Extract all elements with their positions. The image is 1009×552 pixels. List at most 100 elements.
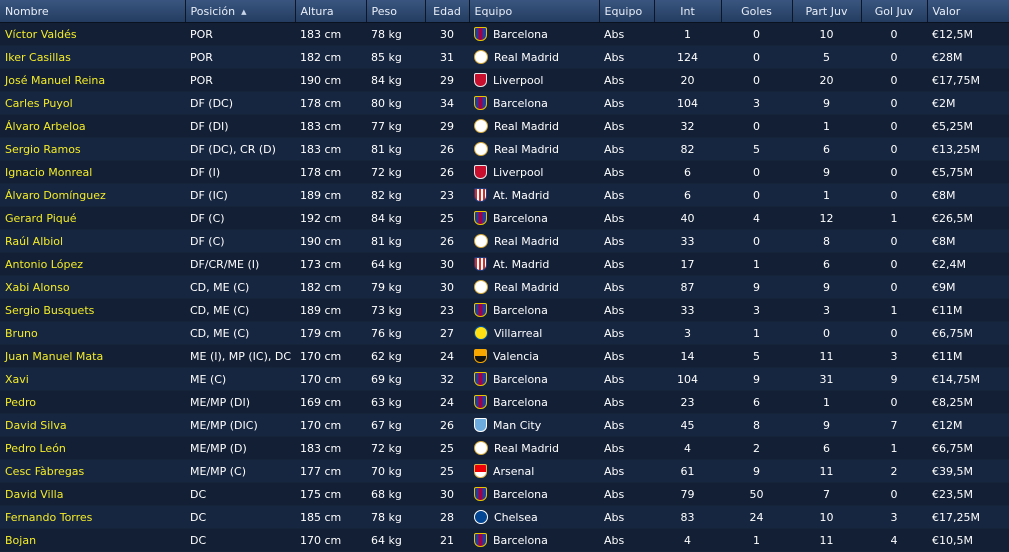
column-header-valor[interactable]: Valor xyxy=(927,0,1009,23)
height-cell: 170 cm xyxy=(295,367,366,391)
player-name-link[interactable]: Antonio López xyxy=(0,252,185,276)
age-cell: 26 xyxy=(425,413,469,437)
table-row[interactable]: Xabi Alonso CD, ME (C) 182 cm 79 kg 30 Real M… xyxy=(0,275,1009,299)
table-row[interactable]: Sergio Ramos DF (DC), CR (D) 183 cm 81 kg 26… xyxy=(0,137,1009,161)
player-name-link[interactable]: Sergio Busquets xyxy=(0,298,185,322)
club-cell[interactable]: Liverpool xyxy=(469,68,599,92)
player-name-link[interactable]: Cesc Fàbregas xyxy=(0,459,185,483)
age-cell: 25 xyxy=(425,459,469,483)
player-name-link[interactable]: Gerard Piqué xyxy=(0,206,185,230)
youth-caps-cell: 1 xyxy=(792,390,861,414)
age-cell: 28 xyxy=(425,505,469,529)
table-row[interactable]: Iker Casillas POR 182 cm 85 kg 31 Real Madrid… xyxy=(0,45,1009,69)
club-cell[interactable]: Real Madrid xyxy=(469,275,599,299)
caps-cell: 45 xyxy=(654,413,721,437)
player-name-link[interactable]: Álvaro Domínguez xyxy=(0,183,185,207)
column-header-equipo[interactable]: Equipo xyxy=(599,0,655,23)
player-name-link[interactable]: Xabi Alonso xyxy=(0,275,185,299)
table-row[interactable]: Fernando Torres DC 185 cm 78 kg 28 Chelsea Abs… xyxy=(0,505,1009,529)
table-row[interactable]: Víctor Valdés POR 183 cm 78 kg 30 Barcelona Ab… xyxy=(0,22,1009,46)
table-row[interactable]: Raúl Albiol DF (C) 190 cm 81 kg 26 Real Madri… xyxy=(0,229,1009,253)
position-cell: DF (I) xyxy=(185,160,295,184)
club-cell[interactable]: Barcelona xyxy=(469,206,599,230)
value-cell: €14,75M xyxy=(927,367,1009,391)
player-name-link[interactable]: Juan Manuel Mata xyxy=(0,344,185,368)
column-header-gol-juv[interactable]: Gol Juv xyxy=(861,0,928,23)
table-row[interactable]: Pedro León ME/MP (D) 183 cm 72 kg 25 Real Mad… xyxy=(0,436,1009,460)
club-name: At. Madrid xyxy=(493,189,550,202)
club-cell[interactable]: Real Madrid xyxy=(469,436,599,460)
column-header-edad[interactable]: Edad xyxy=(425,0,470,23)
club-cell[interactable]: Real Madrid xyxy=(469,229,599,253)
player-name-link[interactable]: Carles Puyol xyxy=(0,91,185,115)
player-name-link[interactable]: Pedro xyxy=(0,390,185,414)
youth-goals-cell: 7 xyxy=(861,413,927,437)
table-row[interactable]: Antonio López DF/CR/ME (I) 173 cm 64 kg 30 At… xyxy=(0,252,1009,276)
player-name-link[interactable]: Víctor Valdés xyxy=(0,22,185,46)
table-row[interactable]: David Villa DC 175 cm 68 kg 30 Barcelona Abs 79… xyxy=(0,482,1009,506)
table-row[interactable]: Sergio Busquets CD, ME (C) 189 cm 73 kg 23 Ba… xyxy=(0,298,1009,322)
column-header-int[interactable]: Int xyxy=(654,0,722,23)
club-cell[interactable]: Barcelona xyxy=(469,22,599,46)
club-cell[interactable]: Liverpool xyxy=(469,160,599,184)
height-cell: 189 cm xyxy=(295,183,366,207)
club-cell[interactable]: Barcelona xyxy=(469,91,599,115)
player-name-link[interactable]: Pedro León xyxy=(0,436,185,460)
club-cell[interactable]: Valencia xyxy=(469,344,599,368)
club-cell[interactable]: Barcelona xyxy=(469,482,599,506)
table-row[interactable]: Cesc Fàbregas ME/MP (C) 177 cm 70 kg 25 Arsen… xyxy=(0,459,1009,483)
weight-cell: 84 kg xyxy=(366,68,425,92)
player-name-link[interactable]: Ignacio Monreal xyxy=(0,160,185,184)
club-cell[interactable]: Real Madrid xyxy=(469,45,599,69)
column-header-nombre[interactable]: Nombre xyxy=(0,0,186,23)
height-cell: 185 cm xyxy=(295,505,366,529)
club-cell[interactable]: Arsenal xyxy=(469,459,599,483)
table-row[interactable]: David Silva ME/MP (DIC) 170 cm 67 kg 26 Man C… xyxy=(0,413,1009,437)
club-crest-icon xyxy=(474,464,487,478)
club-cell[interactable]: At. Madrid xyxy=(469,252,599,276)
player-name-link[interactable]: Álvaro Arbeloa xyxy=(0,114,185,138)
club-crest-icon xyxy=(474,257,487,271)
table-row[interactable]: Ignacio Monreal DF (I) 178 cm 72 kg 26 Liverp… xyxy=(0,160,1009,184)
table-row[interactable]: Xavi ME (C) 170 cm 69 kg 32 Barcelona Abs 104 9 3… xyxy=(0,367,1009,391)
club-cell[interactable]: Barcelona xyxy=(469,390,599,414)
caps-cell: 1 xyxy=(654,22,721,46)
club-cell[interactable]: Barcelona xyxy=(469,367,599,391)
team-cell: Abs xyxy=(599,390,654,414)
player-name-link[interactable]: Iker Casillas xyxy=(0,45,185,69)
player-name-link[interactable]: José Manuel Reina xyxy=(0,68,185,92)
column-header-goles[interactable]: Goles xyxy=(721,0,793,23)
table-row[interactable]: Pedro ME/MP (DI) 169 cm 63 kg 24 Barcelona Abs… xyxy=(0,390,1009,414)
table-row[interactable]: Álvaro Arbeloa DF (DI) 183 cm 77 kg 29 Real M… xyxy=(0,114,1009,138)
column-header-club[interactable]: Equipo xyxy=(469,0,600,23)
column-header-part-juv[interactable]: Part Juv xyxy=(792,0,862,23)
youth-caps-cell: 11 xyxy=(792,344,861,368)
club-cell[interactable]: Real Madrid xyxy=(469,114,599,138)
club-cell[interactable]: At. Madrid xyxy=(469,183,599,207)
table-row[interactable]: Álvaro Domínguez DF (IC) 189 cm 82 kg 23 At. … xyxy=(0,183,1009,207)
club-crest-icon xyxy=(474,303,487,317)
table-row[interactable]: Carles Puyol DF (DC) 178 cm 80 kg 34 Barcelon… xyxy=(0,91,1009,115)
column-header-posicion[interactable]: Posición ▲ xyxy=(185,0,296,23)
table-row[interactable]: Juan Manuel Mata ME (I), MP (IC), DC 170 c… xyxy=(0,344,1009,368)
table-row[interactable]: José Manuel Reina POR 190 cm 84 kg 29 Liverpo… xyxy=(0,68,1009,92)
column-header-altura[interactable]: Altura xyxy=(295,0,367,23)
club-cell[interactable]: Real Madrid xyxy=(469,137,599,161)
player-name-link[interactable]: Fernando Torres xyxy=(0,505,185,529)
goals-cell: 5 xyxy=(721,137,792,161)
goals-cell: 50 xyxy=(721,482,792,506)
table-row[interactable]: Bruno CD, ME (C) 179 cm 76 kg 27 Villarreal Ab… xyxy=(0,321,1009,345)
club-cell[interactable]: Chelsea xyxy=(469,505,599,529)
caps-cell: 82 xyxy=(654,137,721,161)
table-row[interactable]: Gerard Piqué DF (C) 192 cm 84 kg 25 Barcelona… xyxy=(0,206,1009,230)
player-name-link[interactable]: David Villa xyxy=(0,482,185,506)
club-cell[interactable]: Man City xyxy=(469,413,599,437)
column-header-peso[interactable]: Peso xyxy=(366,0,426,23)
player-name-link[interactable]: Raúl Albiol xyxy=(0,229,185,253)
player-name-link[interactable]: Bruno xyxy=(0,321,185,345)
player-name-link[interactable]: Xavi xyxy=(0,367,185,391)
club-cell[interactable]: Barcelona xyxy=(469,298,599,322)
club-cell[interactable]: Villarreal xyxy=(469,321,599,345)
player-name-link[interactable]: David Silva xyxy=(0,413,185,437)
player-name-link[interactable]: Sergio Ramos xyxy=(0,137,185,161)
